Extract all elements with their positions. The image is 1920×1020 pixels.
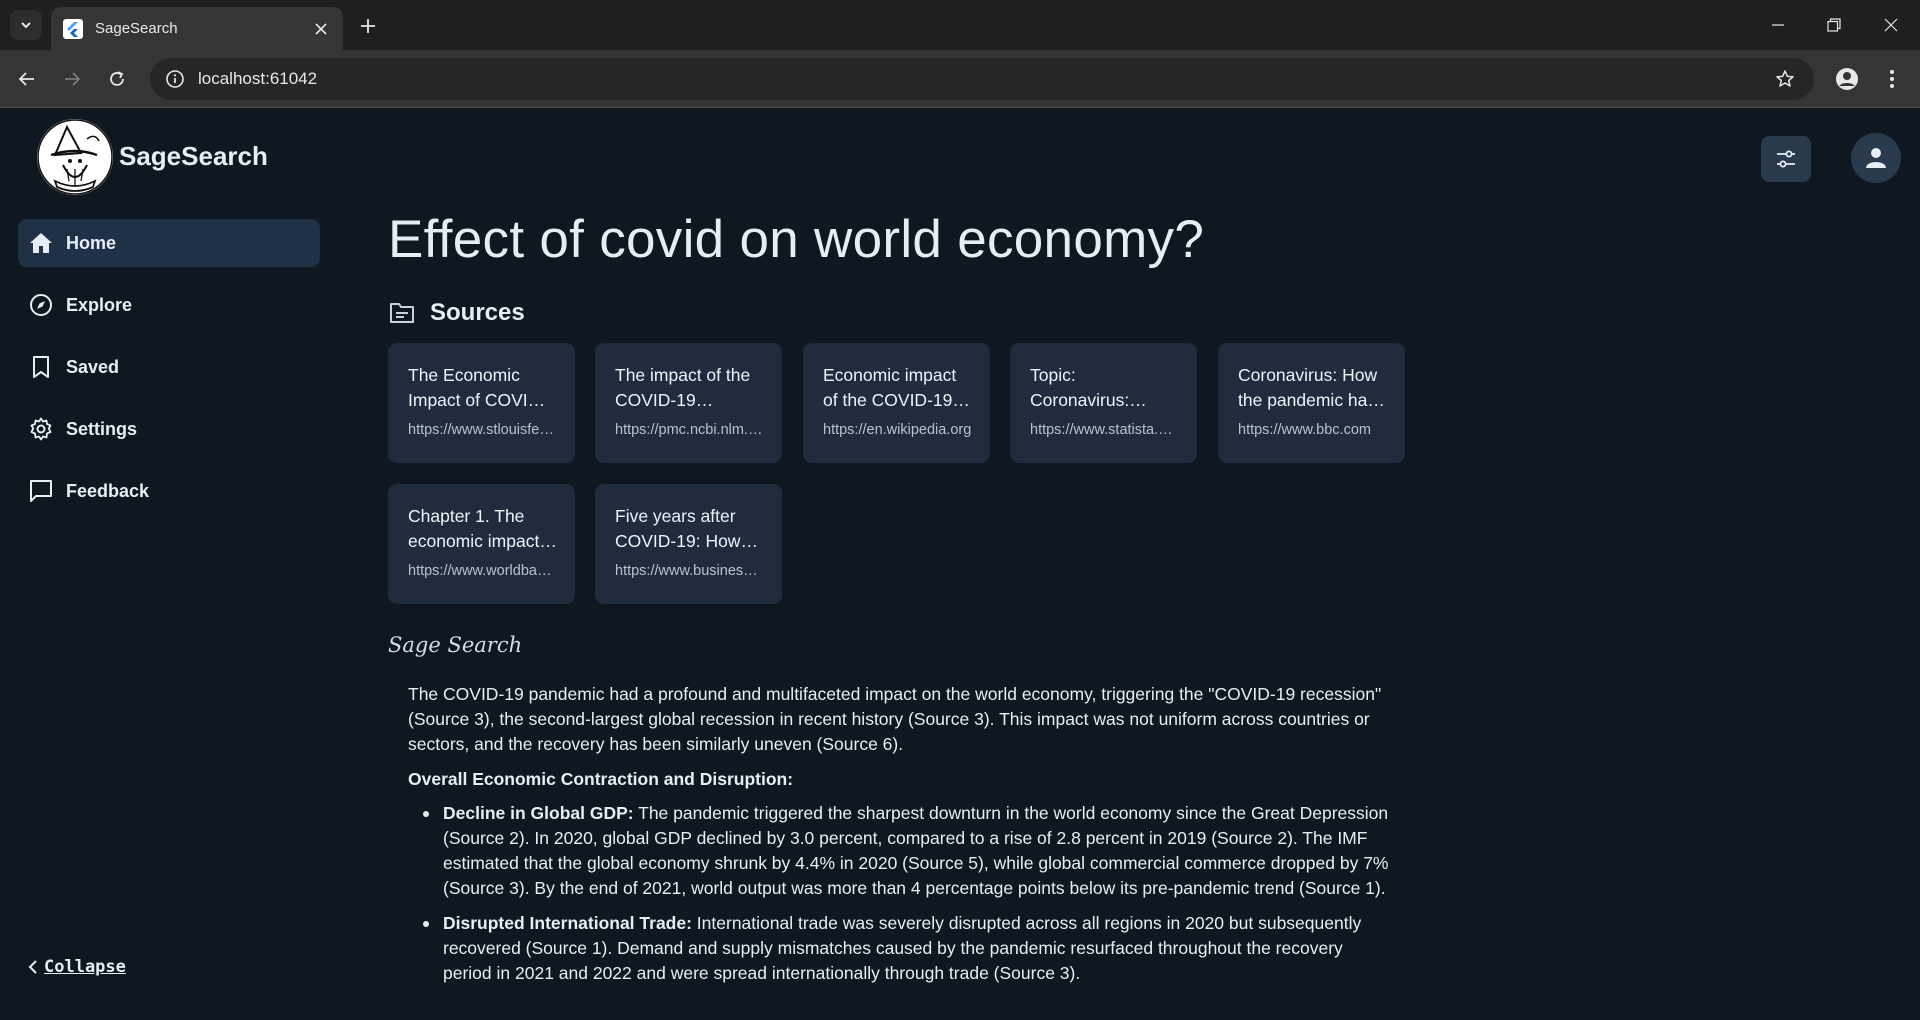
source-url: https://www.statista.com xyxy=(1030,422,1179,438)
bookmark-icon xyxy=(28,354,54,380)
user-avatar-button[interactable] xyxy=(1851,133,1901,183)
restore-button[interactable] xyxy=(1816,10,1852,40)
source-url: https://www.stlouisfed.org xyxy=(408,422,557,438)
source-title: The Economic Impact of COVID-19 Around t… xyxy=(408,365,547,410)
forward-button[interactable] xyxy=(57,64,87,94)
source-title: Five years after COVID-19: How the pande… xyxy=(615,506,741,551)
sidebar-item-saved[interactable]: Saved xyxy=(18,343,320,391)
folder-icon xyxy=(388,299,416,327)
browser-profile-button[interactable] xyxy=(1831,63,1863,95)
sliders-icon xyxy=(1777,150,1795,168)
source-url: https://pmc.ncbi.nlm.nih.gov xyxy=(615,422,764,438)
chevron-down-icon xyxy=(21,22,31,29)
tab-title: SageSearch xyxy=(95,20,178,37)
chat-icon xyxy=(28,478,54,504)
url-text: localhost:61042 xyxy=(198,69,318,88)
answer-section-heading: Overall Economic Contraction and Disrupt… xyxy=(408,769,794,789)
brand-name: SageSearch xyxy=(119,141,268,171)
arrow-left-icon xyxy=(18,72,34,86)
source-card[interactable]: The Economic Impact of COVID-19 Around t… xyxy=(388,343,575,463)
source-card[interactable]: Chapter 1. The economic impacts of the C… xyxy=(388,484,575,604)
sidebar-nav: Home Explore Saved Settings Feedback xyxy=(18,219,320,529)
source-title: Economic impact of the COVID-19 pandemic xyxy=(823,365,957,410)
sidebar-item-settings[interactable]: Settings xyxy=(18,405,320,453)
source-url: https://www.businessinsider.com xyxy=(615,563,764,579)
source-title: Coronavirus: How the pandemic has change… xyxy=(1238,365,1378,410)
source-url: https://www.bbc.com xyxy=(1238,422,1371,438)
bullet-lead: Decline in Global GDP: xyxy=(443,803,634,823)
sage-logo xyxy=(37,119,113,195)
sidebar-item-label: Feedback xyxy=(66,480,150,501)
wizard-logo-icon xyxy=(37,119,113,195)
browser-toolbar: localhost:61042 xyxy=(0,50,1920,108)
close-window-button[interactable] xyxy=(1873,10,1909,40)
minimize-icon xyxy=(1772,24,1784,26)
flutter-favicon-icon xyxy=(63,18,83,39)
back-button[interactable] xyxy=(12,64,42,94)
chevron-left-icon xyxy=(28,960,38,974)
sidebar-item-feedback[interactable]: Feedback xyxy=(18,467,320,515)
star-icon xyxy=(1776,70,1794,87)
tab-search-button[interactable] xyxy=(10,10,42,40)
arrow-right-icon xyxy=(65,72,81,86)
compass-icon xyxy=(28,292,54,318)
answer-bullet: Decline in Global GDP: The pandemic trig… xyxy=(423,801,1393,901)
source-card[interactable]: Coronavirus: How the pandemic has change… xyxy=(1218,343,1405,463)
source-card[interactable]: Economic impact of the COVID-19 pandemic… xyxy=(803,343,990,463)
source-title: Topic: Coronavirus: impact on the global… xyxy=(1030,365,1130,410)
reload-button[interactable] xyxy=(102,64,132,94)
answer-body: The COVID-19 pandemic had a profound and… xyxy=(408,682,1393,996)
sidebar-item-label: Home xyxy=(66,232,117,253)
tab-close-button[interactable] xyxy=(311,19,331,39)
sources-title: Sources xyxy=(430,299,525,326)
browser-tabstrip: SageSearch xyxy=(0,0,1920,50)
minimize-button[interactable] xyxy=(1760,10,1796,40)
bullet-lead: Disrupted International Trade: xyxy=(443,913,692,933)
kebab-menu-icon xyxy=(1890,70,1894,88)
browser-tab[interactable]: SageSearch xyxy=(51,7,343,50)
sidebar-item-label: Saved xyxy=(66,356,120,377)
source-card[interactable]: Five years after COVID-19: How the pande… xyxy=(595,484,782,604)
site-info-icon[interactable] xyxy=(164,68,186,90)
sidebar-item-label: Explore xyxy=(66,294,133,315)
bookmark-star-button[interactable] xyxy=(1770,64,1800,94)
sidebar-item-label: Settings xyxy=(66,418,138,439)
address-bar[interactable]: localhost:61042 xyxy=(150,58,1814,100)
source-url: https://en.wikipedia.org xyxy=(823,422,972,438)
source-url: https://www.worldbank.org xyxy=(408,563,557,579)
source-card[interactable]: The impact of the COVID-19 pandemic on t… xyxy=(595,343,782,463)
sidebar-item-home[interactable]: Home xyxy=(18,219,320,267)
app-root: SageSearch Home Explore Saved Settings F… xyxy=(0,109,1920,1020)
answer-label: Sage Search xyxy=(388,633,523,657)
sources-header: Sources xyxy=(388,299,525,327)
answer-bullet-list: Decline in Global GDP: The pandemic trig… xyxy=(408,801,1393,986)
reload-icon xyxy=(110,71,124,86)
close-icon xyxy=(315,22,327,35)
collapse-sidebar-button[interactable]: Collapse xyxy=(28,957,126,977)
sidebar-item-explore[interactable]: Explore xyxy=(18,281,320,329)
source-title: The impact of the COVID-19 pandemic on t… xyxy=(615,365,751,410)
close-icon xyxy=(1884,18,1898,32)
browser-menu-button[interactable] xyxy=(1880,63,1904,95)
person-icon xyxy=(1836,68,1858,90)
restore-icon xyxy=(1827,18,1841,32)
source-card[interactable]: Topic: Coronavirus: impact on the global… xyxy=(1010,343,1197,463)
home-icon xyxy=(28,230,54,256)
collapse-label: Collapse xyxy=(44,957,126,977)
answer-bullet: Disrupted International Trade: Internati… xyxy=(423,911,1393,986)
plus-icon xyxy=(361,19,375,33)
person-icon xyxy=(1866,148,1886,168)
filter-settings-button[interactable] xyxy=(1761,136,1811,182)
query-title: Effect of covid on world economy? xyxy=(388,210,1205,269)
gear-icon xyxy=(28,416,54,442)
new-tab-button[interactable] xyxy=(355,13,381,39)
answer-intro: The COVID-19 pandemic had a profound and… xyxy=(408,684,1382,754)
source-title: Chapter 1. The economic impacts of the C… xyxy=(408,506,549,551)
